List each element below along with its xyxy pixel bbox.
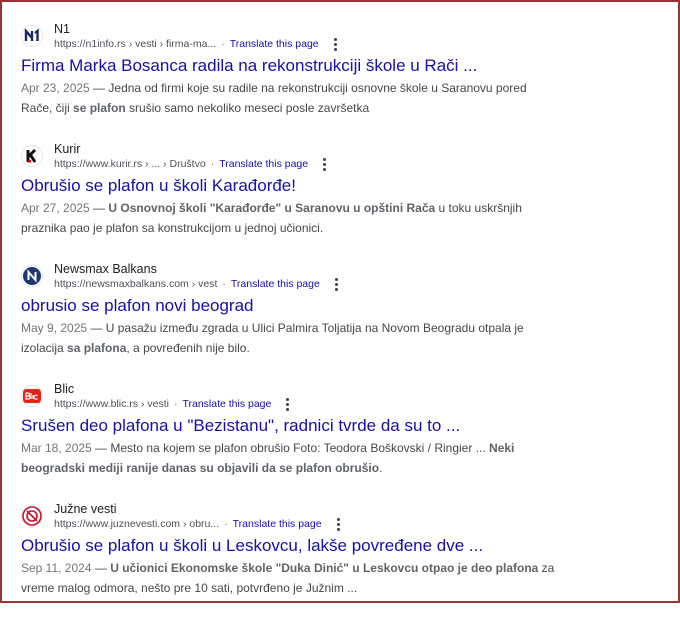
blic-logo-icon <box>21 385 43 407</box>
site-name: Kurir <box>54 142 81 156</box>
result-title-link[interactable]: Obrušio se plafon u školi Karađorđe! <box>21 175 581 197</box>
snippet-text: , a povređenih nije bilo. <box>126 341 250 355</box>
more-options-icon[interactable] <box>320 158 329 171</box>
translate-link[interactable]: Translate this page <box>182 397 271 412</box>
snippet-text: Mesto na kojem se plafon obrušio Foto: T… <box>110 441 490 455</box>
search-result: N1 https://n1info.rs › vesti › firma-ma.… <box>21 20 581 140</box>
result-url: https://n1info.rs › vesti › firma-ma... <box>54 38 217 50</box>
result-snippet: May 9, 2025 — U pasažu između zgrada u U… <box>21 321 524 355</box>
site-name: Blic <box>54 382 75 396</box>
result-source[interactable]: Južne vesti https://www.juznevesti.com ›… <box>21 500 581 534</box>
result-url: https://www.kurir.rs › ... › Društvo <box>54 158 206 170</box>
translate-link[interactable]: Translate this page <box>219 157 308 172</box>
result-title-link[interactable]: obrusio se plafon novi beograd <box>21 295 581 317</box>
result-title-link[interactable]: Obrušio se plafon u školi u Leskovcu, la… <box>21 535 581 557</box>
search-results-list: N1 https://n1info.rs › vesti › firma-ma.… <box>21 20 581 620</box>
search-result: Južne vesti https://www.juznevesti.com ›… <box>21 500 581 620</box>
translate-link[interactable]: Translate this page <box>233 517 322 532</box>
snippet-highlight: se plafon <box>73 101 126 115</box>
snippet-text: . <box>379 461 383 475</box>
result-snippet: Apr 23, 2025 — Jedna od firmi koje su ra… <box>21 81 527 115</box>
result-source[interactable]: Newsmax Balkans https://newsmaxbalkans.c… <box>21 260 581 294</box>
more-options-icon[interactable] <box>334 518 343 531</box>
newsmax-logo-icon <box>21 265 43 287</box>
result-url: https://www.blic.rs › vesti <box>54 398 169 410</box>
more-options-icon[interactable] <box>283 398 292 411</box>
result-snippet: Apr 27, 2025 — U Osnovnoj školi "Karađor… <box>21 201 522 235</box>
result-title-link[interactable]: Srušen deo plafona u "Bezistanu", radnic… <box>21 415 581 437</box>
result-snippet: Sep 11, 2024 — U učionici Ekonomske škol… <box>21 561 555 595</box>
result-url: https://www.juznevesti.com › obru... <box>54 518 220 530</box>
result-source[interactable]: Blic https://www.blic.rs › vesti · Trans… <box>21 380 581 414</box>
result-url: https://newsmaxbalkans.com › vest <box>54 278 218 290</box>
more-options-icon[interactable] <box>331 38 340 51</box>
snippet-highlight: U Osnovnoj školi "Karađorđe" u Saranovu … <box>108 201 436 215</box>
result-date: Mar 18, 2025 <box>21 441 92 455</box>
snippet-highlight: U učionici Ekonomske škole "Duka Dinić" … <box>110 561 539 575</box>
search-result: Blic https://www.blic.rs › vesti · Trans… <box>21 380 581 500</box>
search-result: Newsmax Balkans https://newsmaxbalkans.c… <box>21 260 581 380</box>
result-date: Sep 11, 2024 <box>21 561 92 575</box>
more-options-icon[interactable] <box>332 278 341 291</box>
result-title-link[interactable]: Firma Marka Bosanca radila na rekonstruk… <box>21 55 581 77</box>
translate-link[interactable]: Translate this page <box>231 277 320 292</box>
n1-logo-icon <box>21 25 43 47</box>
juzne-vesti-logo-icon <box>21 505 43 527</box>
result-source[interactable]: N1 https://n1info.rs › vesti › firma-ma.… <box>21 20 581 54</box>
search-result: Kurir https://www.kurir.rs › ... › Društ… <box>21 140 581 260</box>
site-name: Južne vesti <box>54 502 117 516</box>
translate-link[interactable]: Translate this page <box>230 37 319 52</box>
site-name: N1 <box>54 22 70 36</box>
result-date: Apr 27, 2025 <box>21 201 90 215</box>
search-results-frame: N1 https://n1info.rs › vesti › firma-ma.… <box>0 0 680 603</box>
result-snippet: Mar 18, 2025 — Mesto na kojem se plafon … <box>21 441 515 475</box>
result-date: May 9, 2025 <box>21 321 88 335</box>
snippet-text: srušio samo nekoliko meseci posle završe… <box>125 101 370 115</box>
kurir-logo-icon <box>21 145 43 167</box>
result-source[interactable]: Kurir https://www.kurir.rs › ... › Društ… <box>21 140 581 174</box>
result-date: Apr 23, 2025 <box>21 81 90 95</box>
snippet-highlight: sa plafona <box>67 341 127 355</box>
site-name: Newsmax Balkans <box>54 262 157 276</box>
